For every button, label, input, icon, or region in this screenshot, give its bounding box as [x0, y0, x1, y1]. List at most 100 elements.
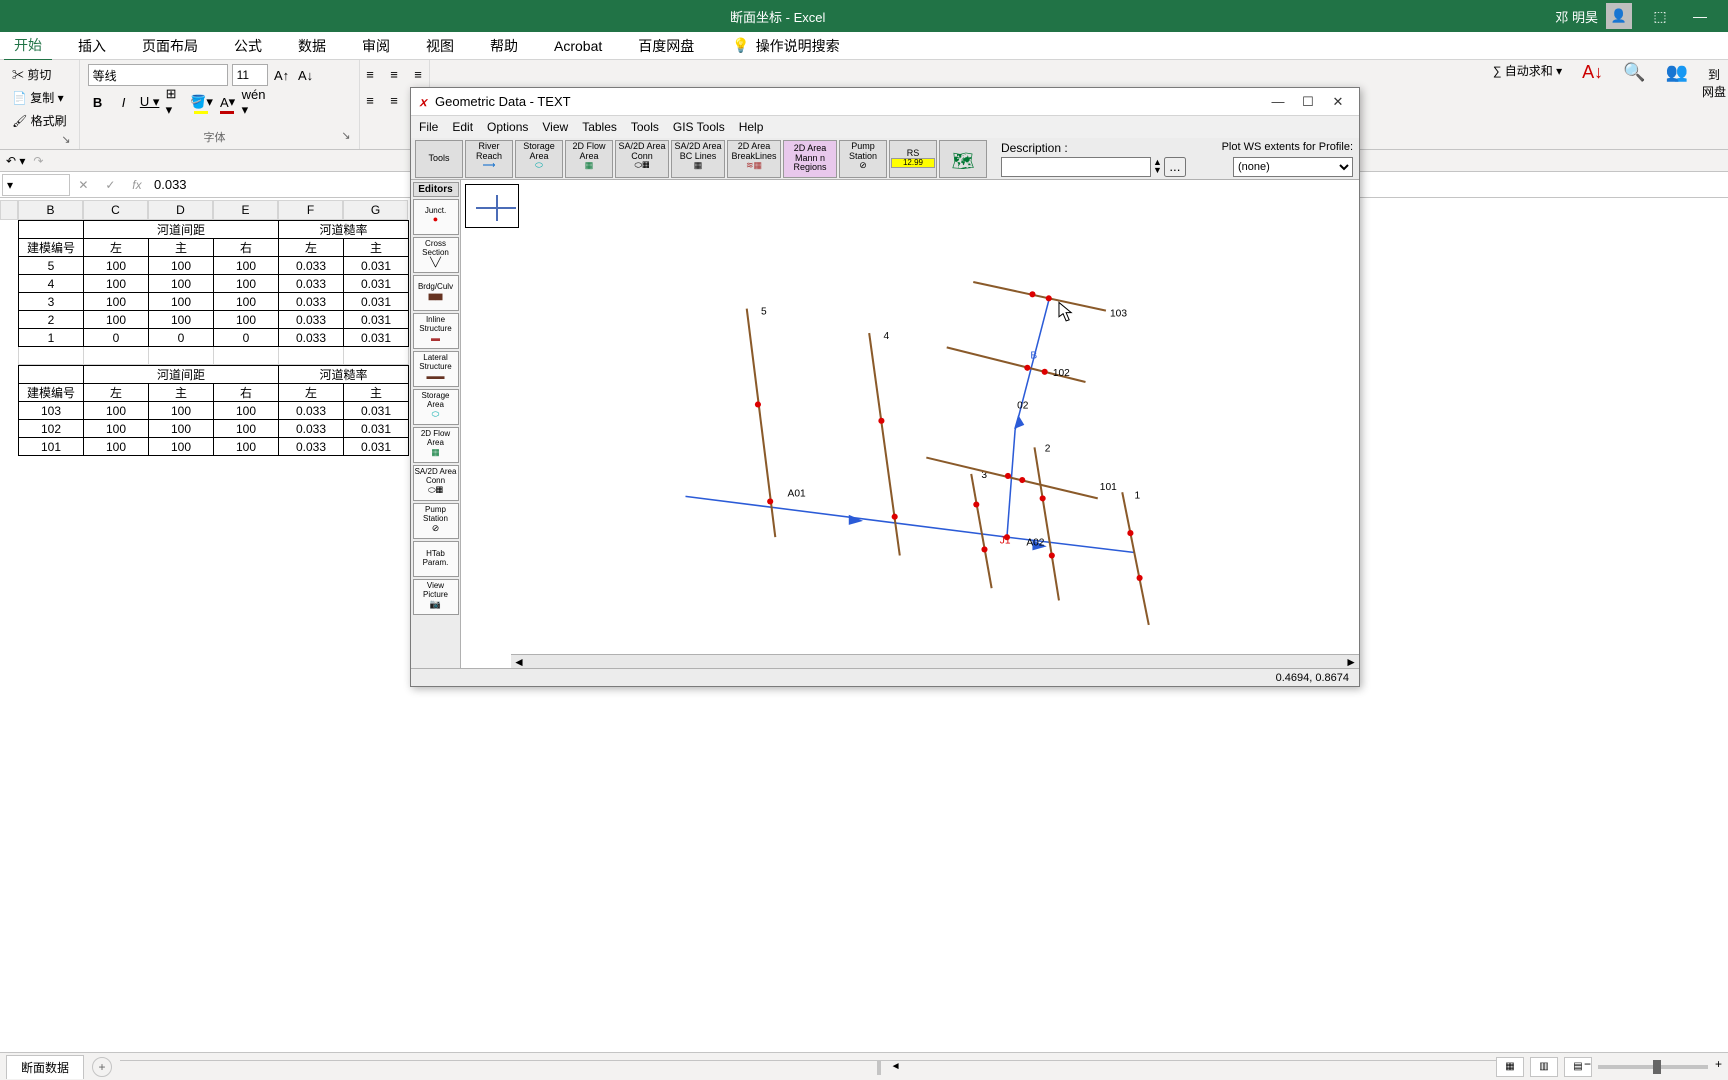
- gd-mann-regions-button[interactable]: 2D Area Mann n Regions: [783, 140, 837, 178]
- gd-menu-help[interactable]: Help: [739, 120, 764, 134]
- gd-river-reach-button[interactable]: River Reach⟶: [465, 140, 513, 178]
- share-icon[interactable]: 👥: [1666, 62, 1688, 83]
- tab-help[interactable]: 帮助: [480, 32, 528, 60]
- tab-acrobat[interactable]: Acrobat: [544, 34, 612, 58]
- cancel-formula-icon[interactable]: ✕: [78, 178, 88, 192]
- align-left-icon[interactable]: ≡: [360, 90, 380, 110]
- col-header-B[interactable]: B: [18, 200, 83, 220]
- font-launcher-icon[interactable]: ↘: [341, 129, 350, 142]
- gd-menu-edit[interactable]: Edit: [452, 120, 473, 134]
- gd-sa2d-editor-button[interactable]: SA/2D Area Conn⬭▦: [413, 465, 459, 501]
- clipboard-launcher-icon[interactable]: ↘: [8, 133, 71, 146]
- align-bottom-icon[interactable]: ≡: [408, 64, 428, 84]
- border-button[interactable]: ⊞ ▾: [166, 92, 186, 112]
- gd-htab-button[interactable]: HTab Param.: [413, 541, 459, 577]
- gd-menu-tools[interactable]: Tools: [631, 120, 659, 134]
- gd-pump-editor-button[interactable]: Pump Station⊘: [413, 503, 459, 539]
- align-top-icon[interactable]: ≡: [360, 64, 380, 84]
- sort-filter-icon[interactable]: A↓: [1582, 62, 1603, 83]
- tab-home[interactable]: 开始: [4, 31, 52, 61]
- gd-sa2d-bclines-button[interactable]: SA/2D Area BC Lines▦: [671, 140, 725, 178]
- col-header-F[interactable]: F: [278, 200, 343, 220]
- cut-button[interactable]: ✂ 剪切: [8, 64, 71, 85]
- zoom-slider[interactable]: [1598, 1065, 1708, 1069]
- select-all-corner[interactable]: [0, 200, 18, 220]
- find-select-icon[interactable]: 🔍: [1623, 62, 1645, 83]
- gd-description-browse-button[interactable]: ...: [1164, 157, 1186, 177]
- normal-view-icon[interactable]: ▦: [1496, 1057, 1524, 1077]
- font-size-select[interactable]: [232, 64, 268, 86]
- italic-button[interactable]: I: [114, 92, 134, 112]
- minimize-icon[interactable]: —: [1680, 0, 1720, 32]
- undo-icon[interactable]: ↶ ▾: [6, 154, 25, 168]
- tab-data[interactable]: 数据: [288, 32, 336, 60]
- add-sheet-button[interactable]: +: [92, 1057, 112, 1077]
- gd-rs-button[interactable]: RS12.99: [889, 140, 937, 178]
- enter-formula-icon[interactable]: ✓: [105, 178, 115, 192]
- tab-baidu[interactable]: 百度网盘: [628, 32, 704, 60]
- scroll-left-arrow-icon[interactable]: ◄: [513, 655, 525, 669]
- redo-icon[interactable]: ↷: [33, 154, 43, 168]
- scroll-left-icon[interactable]: ◄: [891, 1061, 901, 1072]
- gd-storage-area-button[interactable]: Storage Area⬭: [515, 140, 563, 178]
- gd-pump-station-button[interactable]: Pump Station⊘: [839, 140, 887, 178]
- gd-description-input[interactable]: [1001, 157, 1151, 177]
- tab-insert[interactable]: 插入: [68, 32, 116, 60]
- gd-menu-file[interactable]: File: [419, 120, 438, 134]
- font-color-button[interactable]: A ▾: [218, 92, 238, 112]
- gd-2dflow-button[interactable]: 2D Flow Area▦: [565, 140, 613, 178]
- gd-inline-button[interactable]: Inline Structure▬: [413, 313, 459, 349]
- gd-titlebar[interactable]: ｘ Geometric Data - TEXT — ☐ ✕: [411, 88, 1359, 116]
- gd-canvas[interactable]: A01 A02 B 02 J1 5: [461, 180, 1359, 668]
- tab-view[interactable]: 视图: [416, 32, 464, 60]
- gd-menu-view[interactable]: View: [542, 120, 568, 134]
- gd-2dflow-editor-button[interactable]: 2D Flow Area▦: [413, 427, 459, 463]
- gd-hscrollbar[interactable]: ◄ ►: [511, 654, 1359, 668]
- gd-brdgculv-button[interactable]: Brdg/Culv▅▅: [413, 275, 459, 311]
- col-header-D[interactable]: D: [148, 200, 213, 220]
- col-header-E[interactable]: E: [213, 200, 278, 220]
- bold-button[interactable]: B: [88, 92, 108, 112]
- gd-menu-options[interactable]: Options: [487, 120, 528, 134]
- gd-junct-button[interactable]: Junct.●: [413, 199, 459, 235]
- tab-review[interactable]: 审阅: [352, 32, 400, 60]
- gd-spin-icon[interactable]: ▲▼: [1153, 159, 1162, 173]
- ribbon-display-icon[interactable]: ⬚: [1640, 0, 1680, 32]
- page-layout-view-icon[interactable]: ▥: [1530, 1057, 1558, 1077]
- sheet-tab[interactable]: 断面数据: [6, 1055, 84, 1079]
- fill-color-button[interactable]: 🪣 ▾: [192, 92, 212, 112]
- gd-background-button[interactable]: 🗺: [939, 140, 987, 178]
- gd-plotws-select[interactable]: (none): [1233, 157, 1353, 177]
- scroll-right-arrow-icon[interactable]: ►: [1345, 655, 1357, 669]
- col-header-G[interactable]: G: [343, 200, 408, 220]
- tab-layout[interactable]: 页面布局: [132, 32, 208, 60]
- underline-button[interactable]: U ▾: [140, 92, 160, 112]
- format-painter-button[interactable]: 🖌 格式刷: [8, 110, 71, 131]
- gd-menu-tables[interactable]: Tables: [582, 120, 617, 134]
- increase-font-icon[interactable]: A↑: [272, 65, 292, 85]
- gd-tools-button[interactable]: Tools: [415, 140, 463, 178]
- col-header-C[interactable]: C: [83, 200, 148, 220]
- decrease-font-icon[interactable]: A↓: [296, 65, 316, 85]
- phonetic-button[interactable]: wén ▾: [244, 92, 264, 112]
- tell-me-search[interactable]: 💡 操作说明搜索: [732, 36, 839, 56]
- gd-minimize-icon[interactable]: —: [1263, 94, 1293, 109]
- font-name-select[interactable]: [88, 64, 228, 86]
- gd-close-icon[interactable]: ✕: [1323, 94, 1353, 110]
- autosum-button[interactable]: ∑ 自动求和 ▾: [1493, 62, 1562, 79]
- gd-breaklines-button[interactable]: 2D Area BreakLines≋▦: [727, 140, 781, 178]
- fx-icon[interactable]: fx: [132, 178, 141, 192]
- tab-formulas[interactable]: 公式: [224, 32, 272, 60]
- name-box[interactable]: ▾: [2, 174, 70, 196]
- gd-menu-gistools[interactable]: GIS Tools: [673, 120, 725, 134]
- gd-sa2d-conn-button[interactable]: SA/2D Area Conn⬭▦: [615, 140, 669, 178]
- tab-scroll-split[interactable]: [877, 1061, 881, 1075]
- gd-storage-editor-button[interactable]: Storage Area⬭: [413, 389, 459, 425]
- gd-cross-section-button[interactable]: Cross Section╲╱: [413, 237, 459, 273]
- align-center-icon[interactable]: ≡: [384, 90, 404, 110]
- gd-maximize-icon[interactable]: ☐: [1293, 94, 1323, 110]
- align-middle-icon[interactable]: ≡: [384, 64, 404, 84]
- copy-button[interactable]: 📄 复制 ▾: [8, 87, 71, 108]
- user-avatar-icon[interactable]: 👤: [1606, 3, 1632, 29]
- gd-viewpic-button[interactable]: View Picture📷: [413, 579, 459, 615]
